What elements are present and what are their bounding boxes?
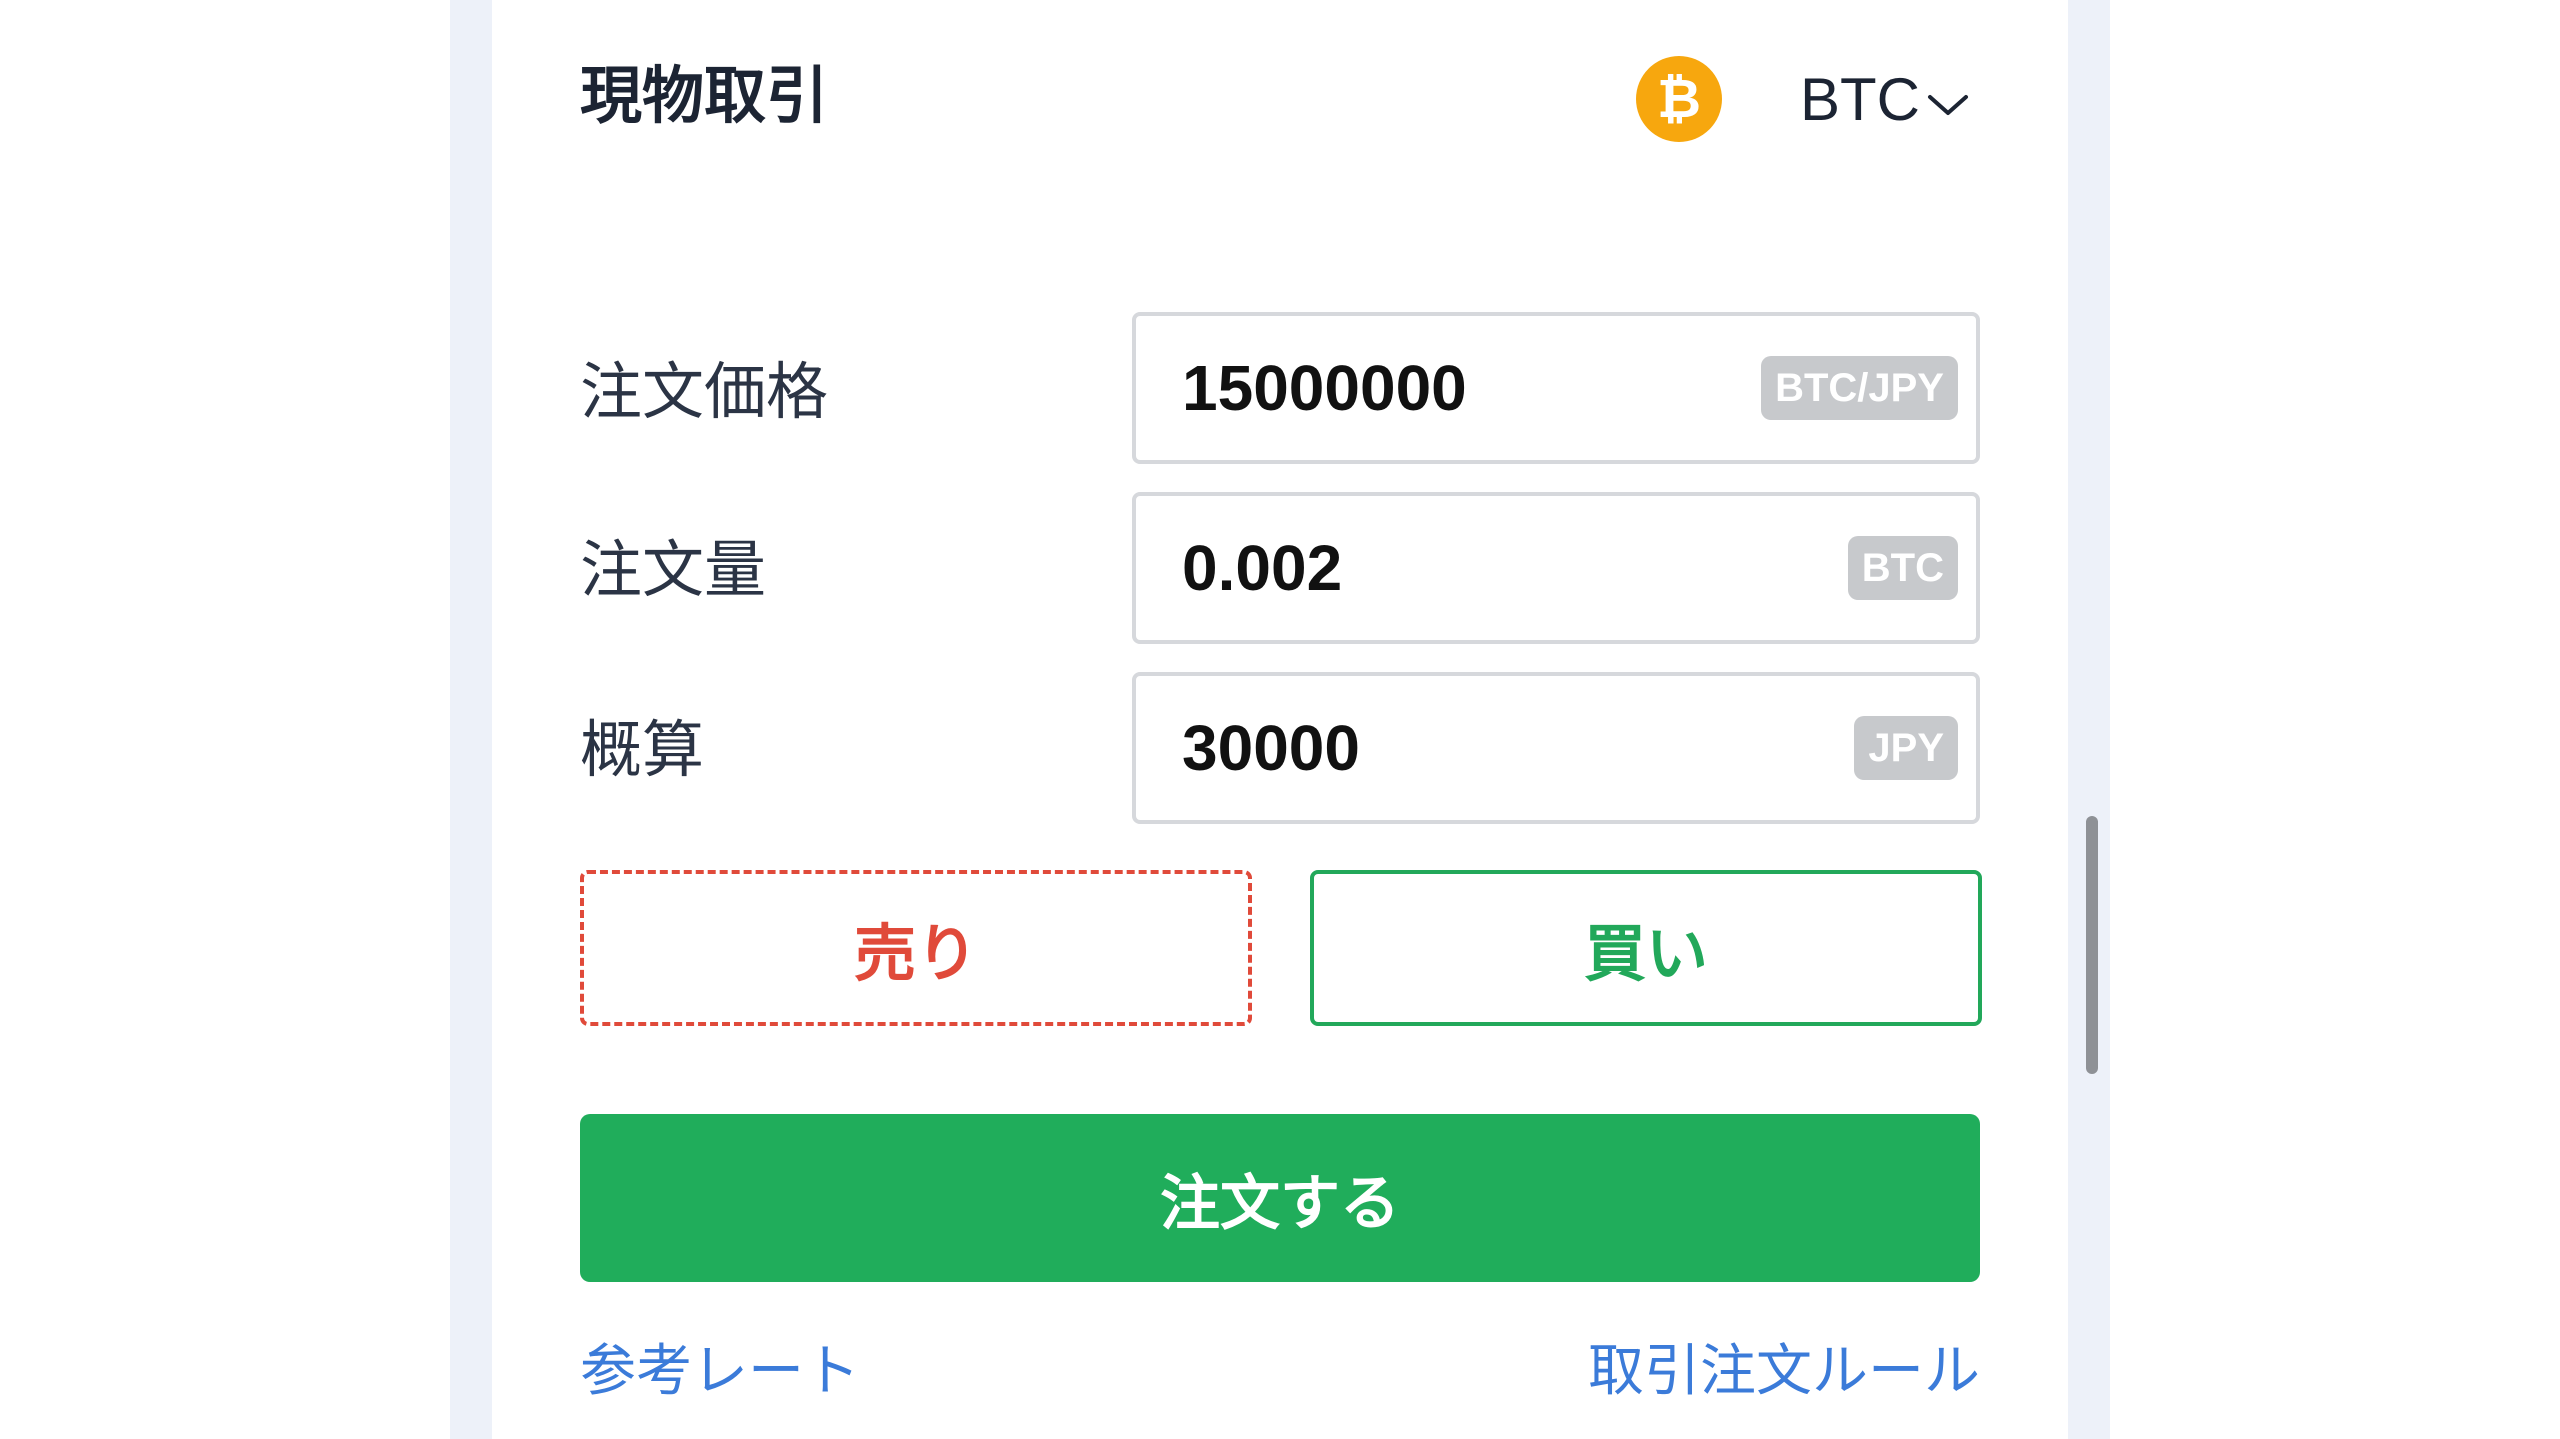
coin-symbol: BTC — [1800, 66, 1920, 133]
order-price-label: 注文価格 — [580, 355, 829, 428]
sell-button-label: 売り — [853, 917, 978, 990]
reference-rate-link[interactable]: 参考レート — [580, 1334, 860, 1410]
estimate-label: 概算 — [580, 713, 705, 786]
order-amount-label: 注文量 — [580, 533, 767, 606]
order-price-unit-badge: BTC/JPY — [1761, 356, 1958, 420]
place-order-label: 注文する — [1160, 1168, 1400, 1239]
sell-button[interactable]: 売り — [580, 870, 1252, 1026]
trading-rules-link[interactable]: 取引注文ルール — [1588, 1334, 1980, 1410]
order-amount-unit-badge: BTC — [1847, 536, 1958, 600]
order-amount-input[interactable]: 0.002 BTC — [1132, 492, 1980, 644]
scrollbar-thumb[interactable] — [2086, 816, 2098, 1074]
order-amount-value: 0.002 — [1182, 532, 1343, 604]
coin-selector-dropdown[interactable]: BTC — [1800, 60, 1970, 140]
order-price-input[interactable]: 15000000 BTC/JPY — [1132, 312, 1980, 464]
buy-button[interactable]: 買い — [1310, 870, 1982, 1026]
page-title: 現物取引 — [580, 59, 829, 132]
order-price-value: 15000000 — [1182, 352, 1467, 424]
buy-button-label: 買い — [1583, 917, 1708, 990]
estimate-unit-badge: JPY — [1854, 716, 1958, 780]
place-order-button[interactable]: 注文する — [580, 1114, 1980, 1282]
estimate-input[interactable]: 30000 JPY — [1132, 672, 1980, 824]
bitcoin-icon: ₿ — [1636, 56, 1722, 142]
chevron-down-icon — [1928, 95, 1968, 115]
estimate-value: 30000 — [1182, 712, 1360, 784]
